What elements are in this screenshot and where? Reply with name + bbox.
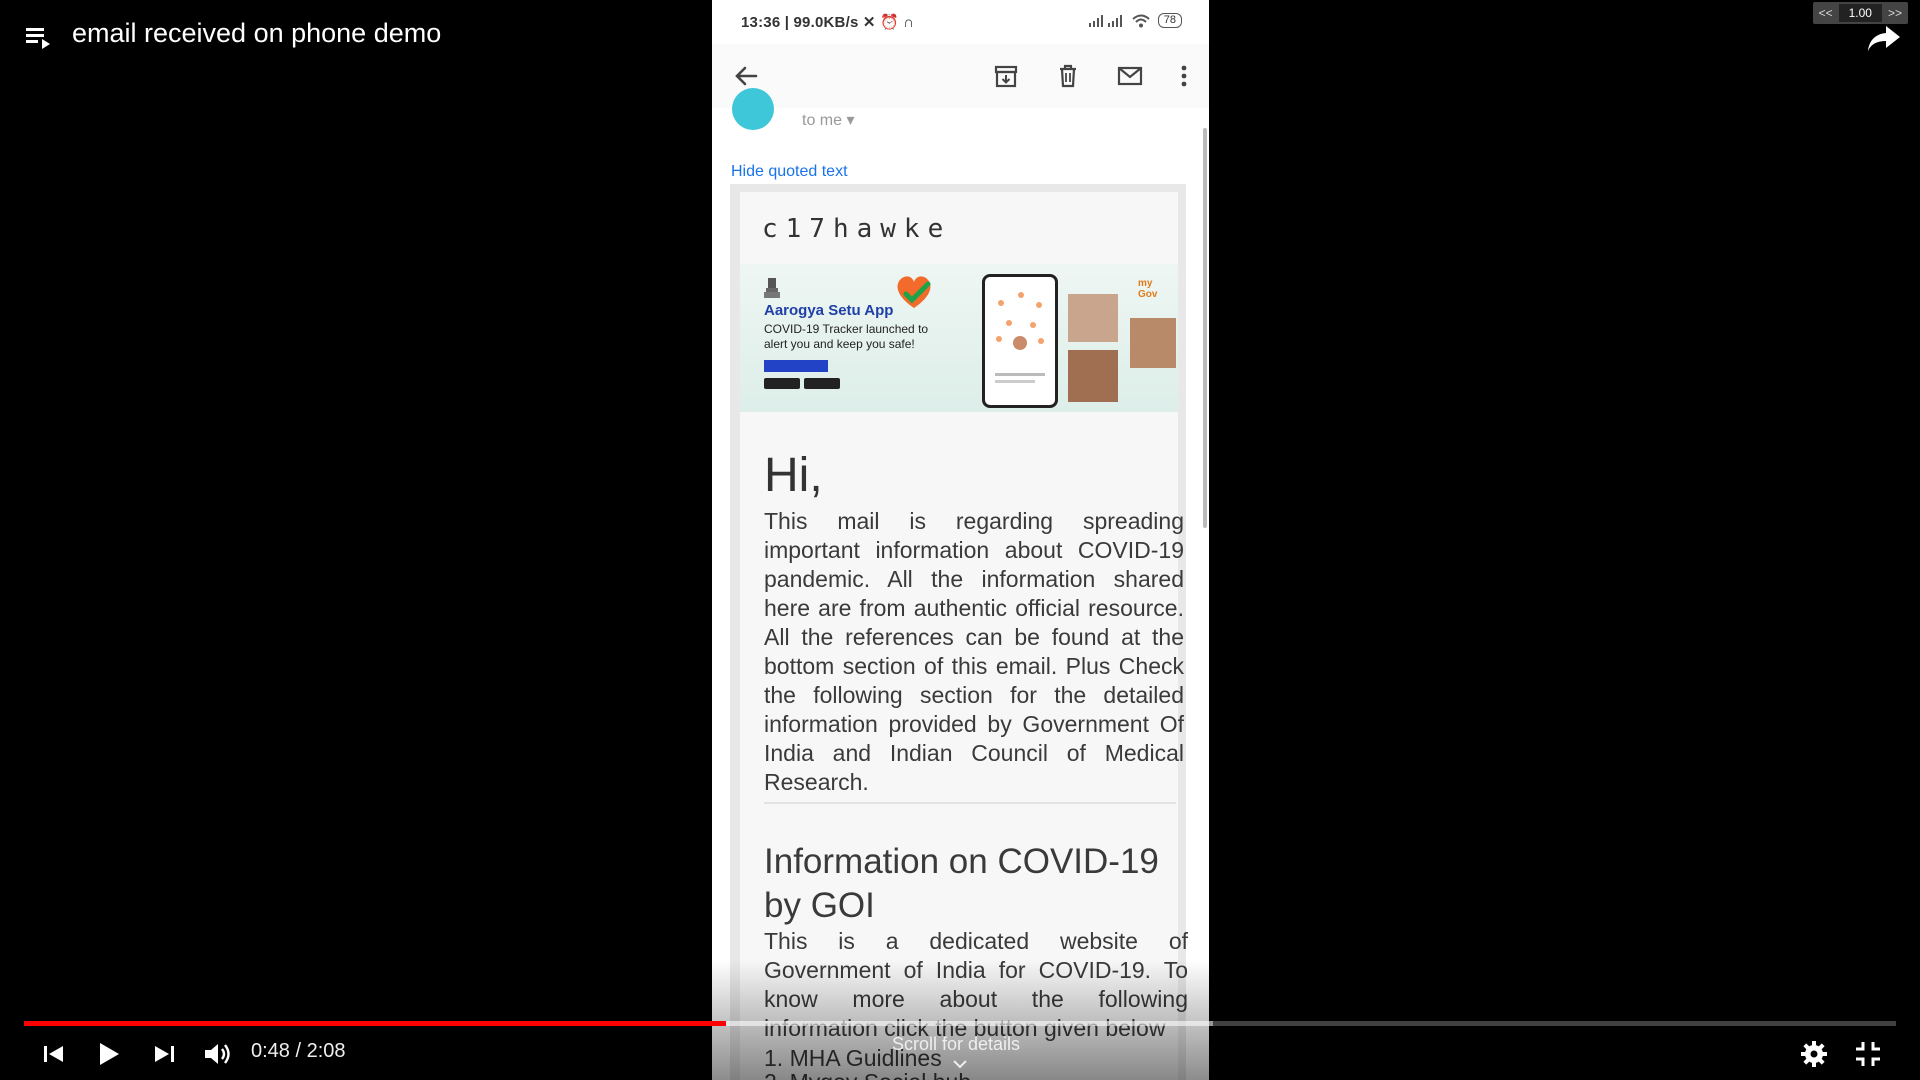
speed-decrease-button[interactable]: << [1813, 6, 1839, 20]
email-toolbar [712, 44, 1209, 108]
recipient-label: to me [802, 112, 843, 129]
next-icon[interactable] [146, 1036, 182, 1072]
status-icons: 78 [1088, 13, 1182, 28]
chevron-down-icon: ▾ [846, 112, 855, 129]
mark-unread-icon[interactable] [1114, 60, 1146, 92]
video-title[interactable]: email received on phone demo [72, 18, 441, 49]
banner-phone-image [982, 274, 1058, 408]
playlist-icon[interactable] [24, 22, 54, 52]
progress-played [24, 1021, 726, 1026]
aarogya-setu-banner[interactable]: Aarogya Setu App COVID-19 Tracker launch… [740, 264, 1178, 412]
email-intro-paragraph: This mail is regarding spreading importa… [764, 508, 1184, 795]
wifi-icon [1132, 14, 1150, 27]
speed-control: << 1.00 >> [1812, 2, 1908, 24]
banner-download-button[interactable] [764, 360, 828, 372]
section-divider [764, 802, 1176, 804]
section-heading: Information on COVID-19 by GOI [764, 842, 1159, 925]
sender-avatar[interactable] [732, 88, 774, 130]
duration: 2:08 [306, 1040, 346, 1062]
play-icon[interactable] [90, 1036, 126, 1072]
headset-icon: ∩ [903, 14, 915, 31]
hide-quoted-text-link[interactable]: Hide quoted text [731, 163, 848, 181]
exit-fullscreen-icon[interactable] [1850, 1036, 1886, 1072]
banner-photo-elder [1130, 318, 1176, 368]
brand-name: c17hawke [762, 214, 952, 244]
status-time-and-speed: 13:36 | 99.0KB/s ✕ ⏰ ∩ [741, 13, 914, 31]
archive-icon[interactable] [990, 60, 1022, 92]
scroll-for-details-hint[interactable]: Scroll for details [892, 1034, 1020, 1055]
email-content-card: c17hawke Aarogya Setu App COVID-19 Track… [730, 184, 1188, 1080]
app-map-illustration [995, 292, 1045, 383]
app-store-badge[interactable] [804, 378, 840, 389]
time-display: 0:48 / 2:08 [251, 1040, 346, 1063]
status-separator: | [784, 14, 794, 31]
previous-icon[interactable] [36, 1036, 72, 1072]
banner-title: Aarogya Setu App [764, 302, 894, 319]
mute-icon: ✕ [862, 14, 876, 31]
list-item[interactable]: 2. Mygov Social hub [764, 1069, 971, 1080]
google-play-badge[interactable] [764, 378, 800, 389]
signal-icon [1088, 14, 1122, 27]
heart-check-icon [897, 276, 931, 308]
volume-icon[interactable] [200, 1036, 236, 1072]
current-time: 0:48 [251, 1040, 290, 1062]
settings-gear-icon[interactable] [1796, 1036, 1832, 1072]
banner-subtitle: COVID-19 Tracker launched to alert you a… [764, 322, 929, 351]
share-icon[interactable] [1866, 22, 1902, 54]
status-time: 13:36 [741, 14, 781, 31]
email-body: to me ▾ Hide quoted text c17hawke Aarogy… [712, 88, 1209, 1080]
recipient-line[interactable]: to me ▾ [802, 110, 855, 130]
email-content-inner: c17hawke Aarogya Setu App COVID-19 Track… [740, 192, 1188, 1080]
alarm-icon: ⏰ [880, 14, 899, 31]
banner-photo-family [1068, 294, 1118, 342]
speed-increase-button[interactable]: >> [1882, 6, 1908, 20]
phone-screen: 13:36 | 99.0KB/s ✕ ⏰ ∩ 78 to me ▾ Hide q… [712, 0, 1209, 1080]
banner-photo-person [1068, 350, 1118, 402]
email-greeting: Hi, [764, 449, 823, 502]
chevron-down-icon[interactable] [952, 1058, 968, 1070]
back-arrow-icon[interactable] [730, 60, 762, 92]
time-separator: / [295, 1040, 302, 1062]
more-options-icon[interactable] [1168, 60, 1200, 92]
delete-icon[interactable] [1052, 60, 1084, 92]
status-bar: 13:36 | 99.0KB/s ✕ ⏰ ∩ 78 [712, 0, 1209, 44]
mygov-logo: my Gov [1138, 278, 1158, 300]
network-speed: 99.0KB/s [793, 14, 859, 31]
battery-indicator: 78 [1157, 13, 1182, 28]
speed-value: 1.00 [1838, 4, 1882, 22]
scrollbar-thumb[interactable] [1203, 128, 1207, 528]
